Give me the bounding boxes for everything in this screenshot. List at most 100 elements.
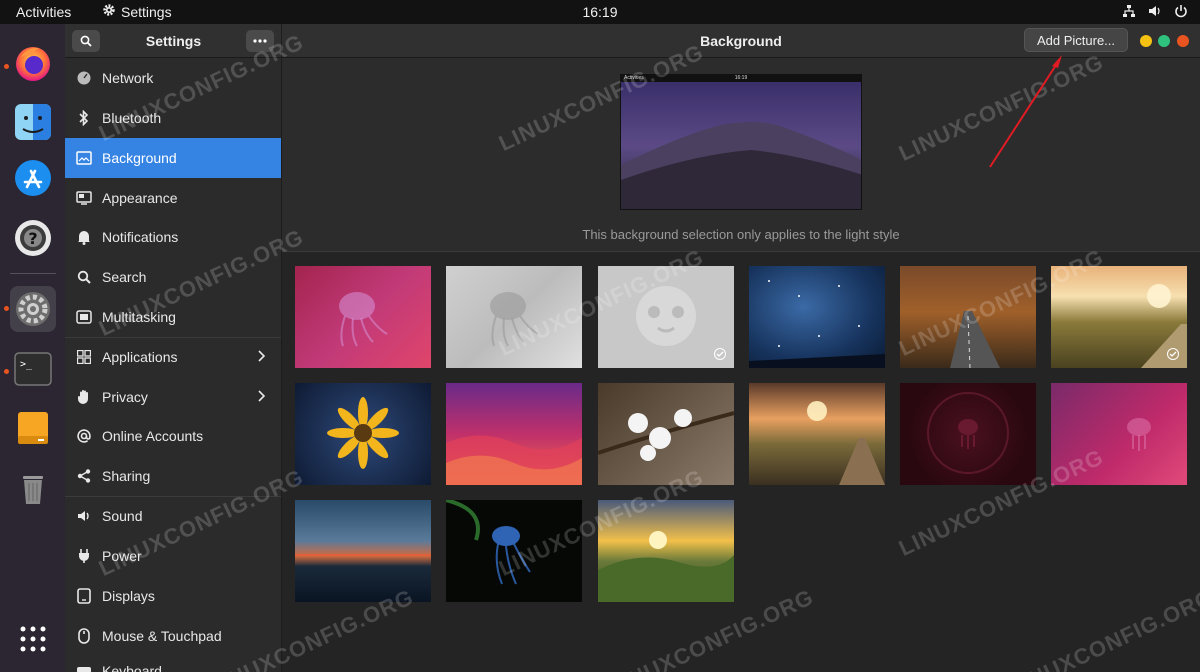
add-picture-button[interactable]: Add Picture... — [1024, 28, 1128, 52]
sidebar-item-sharing[interactable]: Sharing — [65, 456, 281, 496]
sidebar-item-appearance[interactable]: Appearance — [65, 178, 281, 218]
sidebar-item-network[interactable]: Network — [65, 58, 281, 98]
chevron-right-icon — [257, 349, 266, 365]
wallpaper-jellyfish-pink[interactable] — [295, 266, 431, 368]
sidebar-item-label: Online Accounts — [102, 428, 204, 444]
network-wired-icon — [1122, 4, 1136, 21]
app-grid-icon — [20, 626, 46, 652]
dock-separator — [10, 273, 56, 274]
network-icon — [76, 70, 92, 86]
wallpaper-waves[interactable] — [446, 383, 582, 485]
system-tray[interactable] — [1122, 4, 1188, 21]
wallpaper-blue-jellyfish[interactable] — [446, 500, 582, 602]
dock-app-store[interactable] — [10, 155, 56, 201]
top-bar: Activities Settings 16:19 — [0, 0, 1200, 24]
speaker-icon — [76, 508, 92, 524]
wallpaper-boardwalk[interactable] — [749, 383, 885, 485]
sidebar-item-notifications[interactable]: Notifications — [65, 217, 281, 257]
wallpaper-jellyfish-grey[interactable] — [446, 266, 582, 368]
wallpaper-jellyfish-dark[interactable] — [900, 383, 1036, 485]
sidebar-item-mouse-touchpad[interactable]: Mouse & Touchpad — [65, 616, 281, 656]
sidebar-item-displays[interactable]: Displays — [65, 576, 281, 616]
clock[interactable]: 16:19 — [582, 4, 617, 20]
main-menu-button[interactable] — [246, 30, 274, 52]
dock-help[interactable]: ? — [10, 215, 56, 261]
sidebar-item-online-accounts[interactable]: Online Accounts — [65, 416, 281, 456]
background-panel: Activities 16:19 This background selecti… — [282, 58, 1200, 672]
display-icon — [76, 588, 92, 604]
sidebar-item-label: Sound — [102, 508, 143, 524]
svg-text:?: ? — [28, 229, 37, 248]
sidebar-item-label: Appearance — [102, 190, 178, 206]
settings-window: Settings Background Add Picture... Netwo… — [65, 24, 1200, 672]
more-icon — [253, 39, 267, 43]
background-icon — [76, 150, 92, 166]
wallpaper-lake-sunset[interactable] — [295, 500, 431, 602]
header-bar: Settings Background Add Picture... — [65, 24, 1200, 58]
running-indicator — [4, 64, 9, 69]
share-icon — [76, 468, 92, 484]
dock-settings[interactable] — [10, 286, 56, 332]
gear-icon — [102, 3, 116, 20]
sidebar-item-label: Privacy — [102, 389, 148, 405]
sidebar-item-label: Bluetooth — [102, 110, 162, 126]
background-preview: Activities 16:19 — [620, 74, 862, 210]
sidebar-item-label: Displays — [102, 588, 155, 604]
search-icon — [76, 269, 92, 285]
sidebar-item-background[interactable]: Background — [65, 138, 281, 178]
running-indicator — [4, 369, 9, 374]
hand-icon — [76, 389, 92, 405]
sidebar-item-search[interactable]: Search — [65, 257, 281, 297]
minimize-button[interactable] — [1140, 35, 1152, 47]
app-menu[interactable]: Settings — [102, 3, 172, 20]
sidebar: Network Bluetooth Background Appearance … — [65, 58, 282, 672]
dock-trash[interactable] — [10, 465, 56, 511]
sidebar-item-label: Search — [102, 269, 147, 285]
dock-terminal[interactable]: >_ — [10, 346, 56, 392]
power-icon — [76, 548, 92, 564]
wallpaper-night-sky[interactable] — [749, 266, 885, 368]
sidebar-item-sound[interactable]: Sound — [65, 496, 281, 536]
close-button[interactable] — [1177, 35, 1189, 47]
sidebar-item-multitasking[interactable]: Multitasking — [65, 297, 281, 337]
applications-icon — [76, 349, 92, 365]
at-icon — [76, 428, 92, 444]
sidebar-item-privacy[interactable]: Privacy — [65, 377, 281, 417]
running-indicator — [4, 306, 9, 311]
volume-icon — [1148, 4, 1162, 21]
show-apps-button[interactable] — [10, 616, 56, 662]
app-store-icon — [15, 160, 51, 196]
preview-image — [621, 82, 861, 209]
wallpaper-valley-sunrise[interactable] — [598, 500, 734, 602]
sidebar-item-applications[interactable]: Applications — [65, 337, 281, 377]
wallpaper-sunset-field[interactable] — [1051, 266, 1187, 368]
wallpaper-jellyfish-magenta[interactable] — [1051, 383, 1187, 485]
sidebar-item-label: Background — [102, 150, 177, 166]
mouse-icon — [76, 628, 92, 644]
sidebar-item-label: Notifications — [102, 229, 179, 245]
activities-button[interactable]: Activities — [16, 4, 71, 20]
sidebar-item-label: Mouse & Touchpad — [102, 628, 222, 644]
sidebar-item-bluetooth[interactable]: Bluetooth — [65, 98, 281, 138]
sidebar-item-label: Keyboard — [102, 663, 162, 672]
dock-drive[interactable] — [10, 405, 56, 451]
sidebar-item-keyboard[interactable]: Keyboard — [65, 656, 281, 672]
wallpaper-mascot-grey[interactable] — [598, 266, 734, 368]
dock-firefox[interactable] — [10, 40, 56, 86]
wallpaper-blossoms[interactable] — [598, 383, 734, 485]
maximize-button[interactable] — [1158, 35, 1170, 47]
wallpaper-sunflower[interactable] — [295, 383, 431, 485]
bluetooth-icon — [76, 110, 92, 126]
dock-finder[interactable] — [10, 99, 56, 145]
wallpaper-autumn-road[interactable] — [900, 266, 1036, 368]
multitasking-icon — [76, 309, 92, 325]
firefox-icon — [16, 47, 50, 81]
appearance-icon — [76, 190, 92, 206]
bell-icon — [76, 229, 92, 245]
help-icon: ? — [15, 220, 51, 256]
sidebar-item-power[interactable]: Power — [65, 536, 281, 576]
files-icon — [15, 104, 51, 140]
terminal-icon: >_ — [14, 352, 52, 386]
selected-check-icon — [714, 348, 726, 360]
settings-gear-icon — [16, 292, 50, 326]
